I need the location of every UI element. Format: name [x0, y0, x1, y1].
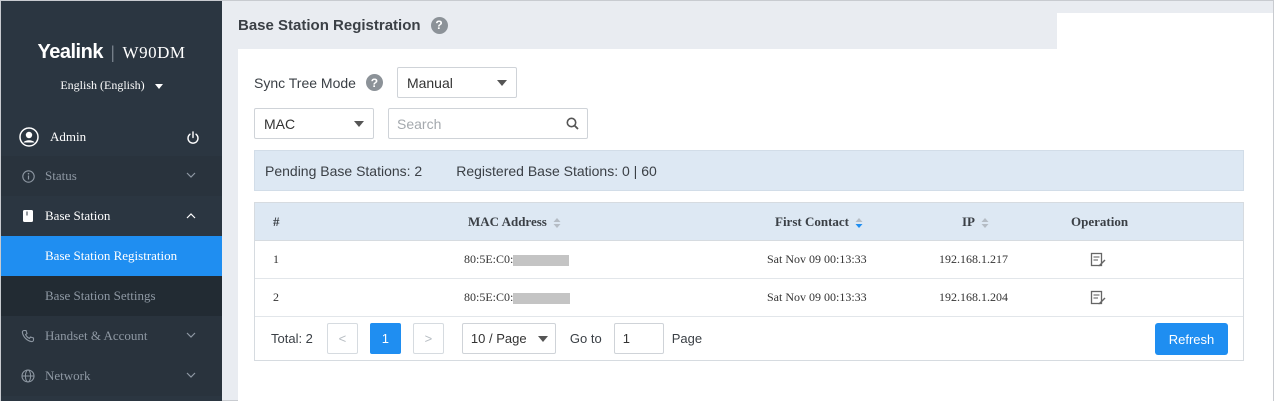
search-input[interactable] [397, 115, 557, 132]
page-title: Base Station Registration [238, 16, 421, 34]
refresh-button[interactable]: Refresh [1155, 323, 1228, 355]
col-header-first-contact-label: First Contact [775, 213, 850, 229]
col-header-mac[interactable]: MAC Address [468, 214, 561, 230]
globe-icon [21, 369, 35, 383]
sidebar-item-label: Status [45, 168, 77, 183]
sidebar-item-label: Base Station [45, 208, 111, 223]
search-field[interactable] [388, 108, 588, 139]
summary-bar: Pending Base Stations: 2 Registered Base… [254, 150, 1244, 191]
table-row: 2 80:5E:C0: Sat Nov 09 00:13:33 192.168.… [255, 279, 1243, 317]
admin-bar: Admin [1, 119, 222, 155]
search-icon[interactable] [566, 117, 579, 130]
cell-first-contact: Sat Nov 09 00:13:33 [767, 290, 867, 304]
col-header-num: # [273, 213, 280, 229]
power-icon[interactable] [186, 131, 200, 145]
language-label: English (English) [60, 78, 145, 92]
total-count: Total: 2 [271, 331, 313, 346]
page-size-select[interactable]: 10 / Page [461, 323, 556, 354]
filter-type-select[interactable]: MAC [254, 108, 374, 139]
goto-label: Go to [569, 331, 602, 346]
next-page-button[interactable]: > [412, 323, 444, 354]
registered-count: Registered Base Stations: 0 | 60 [456, 162, 657, 179]
table-header: # MAC Address First Contact IP Operation [255, 203, 1243, 241]
sync-tree-mode-select[interactable]: Manual [396, 67, 517, 98]
admin-name: Admin [50, 129, 87, 144]
sidebar-item-status[interactable]: Status [1, 156, 222, 196]
help-icon[interactable]: ? [365, 74, 383, 91]
cell-first-contact: Sat Nov 09 00:13:33 [767, 252, 867, 266]
caret-down-icon [496, 80, 507, 86]
brand: Yealink | W90DM [1, 41, 222, 64]
base-station-table: # MAC Address First Contact IP Operation… [254, 202, 1244, 361]
page-label: Page [671, 331, 703, 346]
help-icon[interactable]: ? [430, 16, 448, 34]
base-station-icon [21, 209, 35, 223]
cell-ip: 192.168.1.217 [939, 252, 1008, 266]
chevron-down-icon [186, 372, 196, 378]
page-size-value: 10 / Page [470, 331, 527, 346]
edit-icon[interactable] [1090, 290, 1106, 306]
brand-logo: Yealink [37, 41, 104, 63]
caret-down-icon [537, 336, 548, 342]
blank-area [1057, 13, 1273, 108]
caret-down-icon [354, 121, 364, 127]
sync-tree-mode-value: Manual [406, 74, 453, 91]
cell-num: 2 [273, 290, 279, 304]
col-header-operation: Operation [1071, 213, 1129, 229]
sidebar-item-base-station-settings[interactable]: Base Station Settings [1, 276, 222, 316]
pagination: Total: 2 < 1 > 10 / Page Go to 1 Page Re… [255, 317, 1243, 360]
page-1-button[interactable]: 1 [369, 323, 401, 354]
prev-page-button[interactable]: < [326, 323, 358, 354]
cell-mac: 80:5E:C0: [464, 252, 570, 267]
sort-icon [855, 217, 863, 228]
col-header-mac-label: MAC Address [468, 213, 547, 229]
goto-page-input[interactable]: 1 [613, 323, 664, 354]
col-header-first-contact[interactable]: First Contact [775, 214, 863, 230]
col-header-ip-label: IP [962, 213, 975, 229]
chevron-down-icon [186, 332, 196, 338]
sort-icon [553, 217, 561, 228]
sidebar-item-base-station-registration[interactable]: Base Station Registration [1, 236, 222, 276]
brand-separator: | [110, 42, 115, 62]
language-select[interactable]: English (English) [1, 78, 222, 93]
sidebar-item-network[interactable]: Network [1, 356, 222, 396]
user-icon [19, 127, 39, 147]
sidebar-item-label: Network [45, 368, 91, 383]
col-header-ip[interactable]: IP [962, 214, 989, 230]
cell-num: 1 [273, 252, 279, 266]
filter-type-value: MAC [264, 115, 296, 132]
cell-mac-value: 80:5E:C0: [464, 252, 514, 266]
sidebar: Yealink | W90DM English (English) Admin St… [1, 1, 222, 401]
edit-icon[interactable] [1090, 252, 1106, 268]
main-content: Base Station Registration ? Sync Tree Mo… [222, 1, 1273, 401]
redaction-mask [513, 292, 571, 304]
phone-icon [21, 329, 35, 343]
redaction-mask [513, 254, 570, 266]
brand-model: W90DM [122, 43, 186, 62]
caret-down-icon [154, 83, 163, 89]
chevron-down-icon [186, 172, 196, 178]
filter-row: MAC [254, 108, 588, 139]
sidebar-item-base-station[interactable]: Base Station [1, 196, 222, 236]
info-icon [21, 169, 35, 183]
sync-tree-label: Sync Tree Mode [254, 74, 356, 91]
sync-tree-row: Sync Tree Mode ? Manual [254, 67, 517, 98]
sort-icon [981, 217, 989, 228]
sidebar-nav: Status Base Station Base Station Registr… [1, 156, 222, 396]
cell-mac: 80:5E:C0: [464, 290, 571, 305]
sidebar-item-label: Handset & Account [45, 328, 148, 343]
pending-count: Pending Base Stations: 2 [265, 162, 423, 179]
chevron-up-icon [186, 213, 196, 219]
sidebar-item-handset-account[interactable]: Handset & Account [1, 316, 222, 356]
cell-mac-value: 80:5E:C0: [464, 290, 514, 304]
cell-ip: 192.168.1.204 [939, 290, 1008, 304]
table-row: 1 80:5E:C0: Sat Nov 09 00:13:33 192.168.… [255, 241, 1243, 279]
